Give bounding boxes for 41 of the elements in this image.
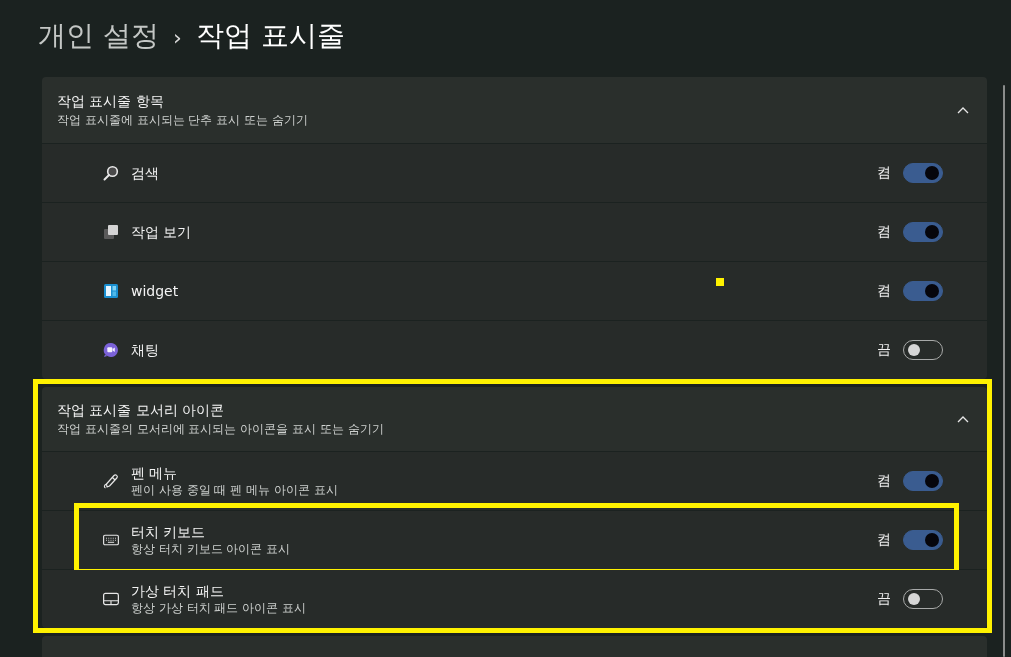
toggle-state-label: 켬 <box>877 472 891 490</box>
toggle-switch[interactable] <box>903 222 943 242</box>
toggle-state-label: 끔 <box>877 590 891 608</box>
toggle-state-label: 켬 <box>877 164 891 182</box>
toggle-state-label: 켬 <box>877 282 891 300</box>
scrollbar[interactable] <box>1003 85 1005 657</box>
setting-label: 가상 터치 패드 <box>131 582 225 600</box>
section-subtitle: 작업 표시줄의 모서리에 표시되는 아이콘을 표시 또는 숨기기 <box>57 421 384 437</box>
section-title: 작업 표시줄 항목 <box>57 92 165 110</box>
widget-panel-icon <box>103 283 119 299</box>
section-header[interactable]: 작업 표시줄 항목 작업 표시줄에 표시되는 단추 표시 또는 숨기기 <box>42 77 987 143</box>
touchpad-icon <box>103 591 119 607</box>
toggle-switch[interactable] <box>903 471 943 491</box>
chevron-up-icon[interactable] <box>957 106 969 114</box>
toggle-state-label: 끔 <box>877 341 891 359</box>
setting-label: 터치 키보드 <box>131 523 207 541</box>
setting-label: 검색 <box>131 164 159 182</box>
toggle-switch[interactable] <box>903 281 943 301</box>
breadcrumb-separator: › <box>172 24 182 52</box>
setting-label: widget <box>131 282 179 300</box>
overlapping-squares-icon <box>103 224 119 240</box>
pen-icon <box>103 473 119 489</box>
setting-label: 펜 메뉴 <box>131 464 179 482</box>
setting-description: 펜이 사용 중일 때 펜 메뉴 아이콘 표시 <box>131 483 338 498</box>
setting-label: 작업 보기 <box>131 223 192 241</box>
toggle-switch[interactable] <box>903 163 943 183</box>
video-chat-icon <box>103 342 119 358</box>
toggle-state-label: 켬 <box>877 223 891 241</box>
search-icon <box>103 165 119 181</box>
keyboard-icon <box>103 532 119 548</box>
breadcrumb-parent[interactable]: 개인 설정 <box>38 18 159 54</box>
setting-label: 채팅 <box>131 341 159 359</box>
section-header[interactable]: 작업 표시줄 모서리 아이콘 작업 표시줄의 모서리에 표시되는 아이콘을 표시 또는 숨기기 <box>42 387 987 451</box>
section-title: 작업 표시줄 모서리 아이콘 <box>57 401 226 419</box>
page-title: 작업 표시줄 <box>195 18 345 54</box>
section-subtitle: 작업 표시줄에 표시되는 단추 표시 또는 숨기기 <box>57 112 308 128</box>
setting-description: 항상 가상 터치 패드 아이콘 표시 <box>131 601 307 616</box>
chevron-up-icon[interactable] <box>957 415 969 423</box>
toggle-state-label: 켬 <box>877 531 891 549</box>
setting-description: 항상 터치 키보드 아이콘 표시 <box>131 542 291 557</box>
toggle-switch[interactable] <box>903 530 943 550</box>
